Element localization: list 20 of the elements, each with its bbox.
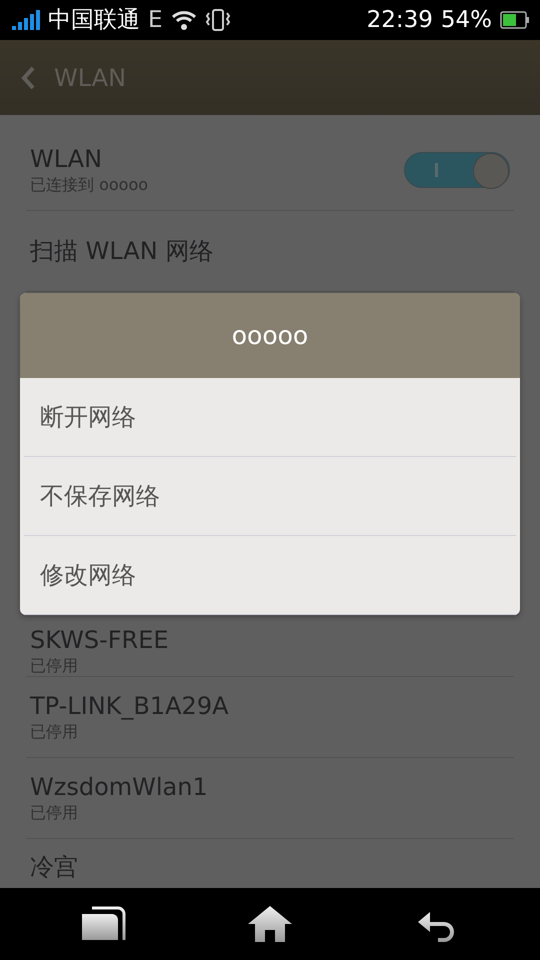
network-name: WzsdomWlan1 (30, 772, 209, 800)
battery-percent: 54% (440, 8, 492, 32)
network-name: 冷宫 (30, 852, 79, 883)
network-item[interactable]: 冷宫 (26, 839, 514, 888)
setting-item[interactable]: 扫描 WLAN 网络 (26, 211, 514, 292)
clock: 22:39 (366, 8, 433, 32)
network-type: E (148, 8, 163, 32)
wlan-toggle[interactable] (404, 152, 510, 188)
battery-icon (500, 11, 530, 29)
recent-apps-icon[interactable] (80, 906, 126, 942)
carrier-name: 中国联通 (48, 8, 140, 32)
setting-title: 扫描 WLAN 网络 (30, 236, 214, 267)
dialog-title: ooooo (20, 293, 520, 378)
wifi-icon (170, 9, 197, 31)
signal-icon (12, 10, 40, 30)
setting-title: WLAN (30, 144, 104, 172)
network-name: SKWS-FREE (30, 626, 170, 654)
network-name: TP-LINK_B1A29A (30, 692, 230, 720)
vibrate-icon (204, 8, 231, 32)
home-icon[interactable] (246, 904, 293, 944)
